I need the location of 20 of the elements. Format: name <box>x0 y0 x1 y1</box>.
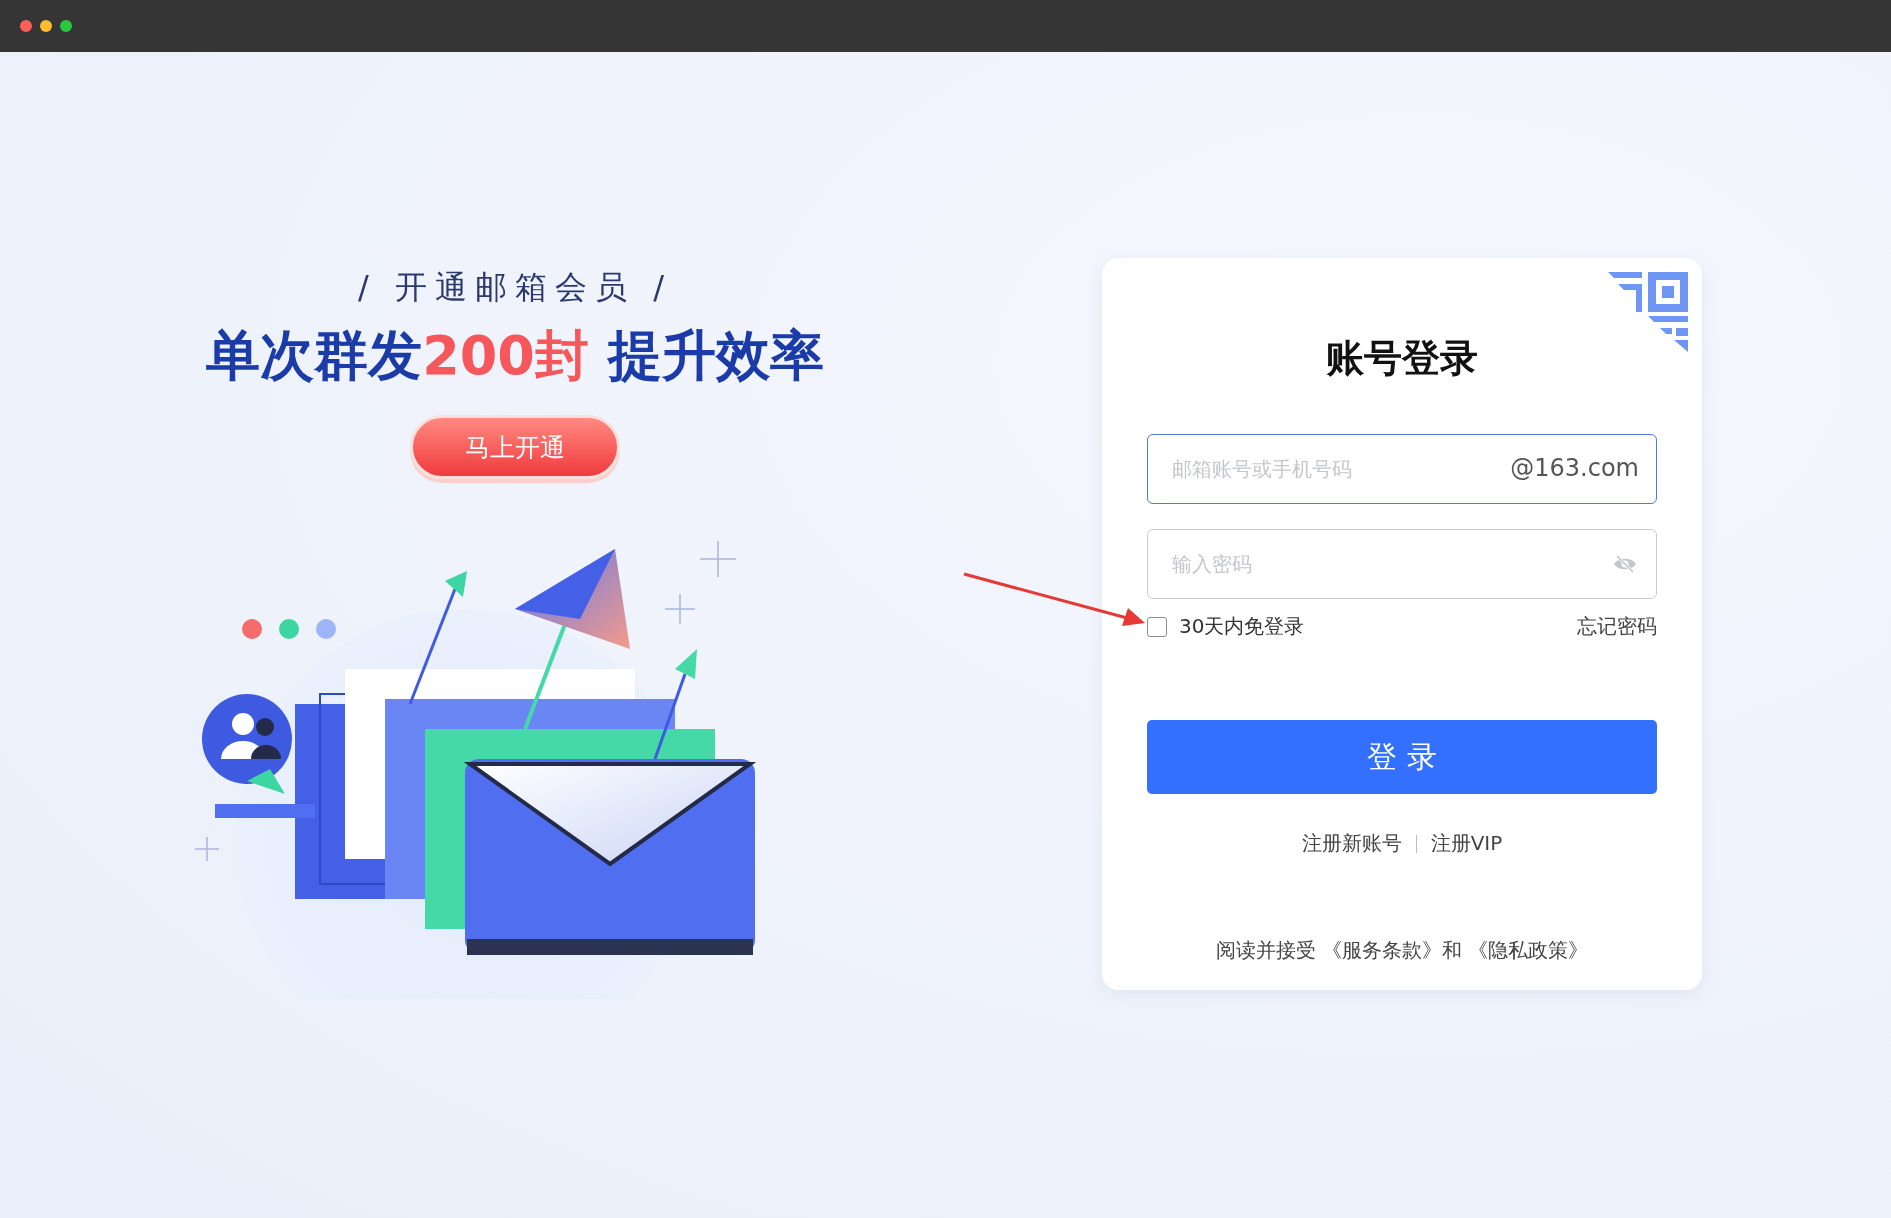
headline-text: 提升效率 <box>606 324 824 387</box>
headline-text: 单次群发 <box>206 324 423 387</box>
login-button[interactable]: 登 录 <box>1147 720 1657 794</box>
window-maximize-icon[interactable] <box>60 20 72 32</box>
password-input-field[interactable]: 输入密码 <box>1147 529 1657 599</box>
remember-checkbox[interactable] <box>1147 616 1167 637</box>
qr-code-icon[interactable] <box>1608 272 1688 352</box>
forgot-password-link[interactable]: 忘记密码 <box>1577 613 1657 640</box>
terms-link[interactable]: 《服务条款》 <box>1322 938 1442 962</box>
register-link[interactable]: 注册新账号 <box>1301 830 1402 857</box>
promo-subtitle: / 开通邮箱会员 / <box>358 267 672 308</box>
register-link[interactable]: 注册VIP <box>1430 830 1503 857</box>
domain-suffix: @163.com <box>1510 454 1639 482</box>
login-title: 账号登录 <box>1325 335 1479 382</box>
headline-text: 200封 <box>422 324 589 387</box>
privacy-link[interactable]: 《隐私政策》 <box>1468 938 1589 962</box>
window-minimize-icon[interactable] <box>40 20 52 32</box>
remember-label: 30天内免登录 <box>1179 613 1305 640</box>
agreement-text: 阅读并接受 《服务条款》和 《隐私政策》 <box>1214 937 1590 964</box>
window-close-icon[interactable] <box>20 20 32 32</box>
